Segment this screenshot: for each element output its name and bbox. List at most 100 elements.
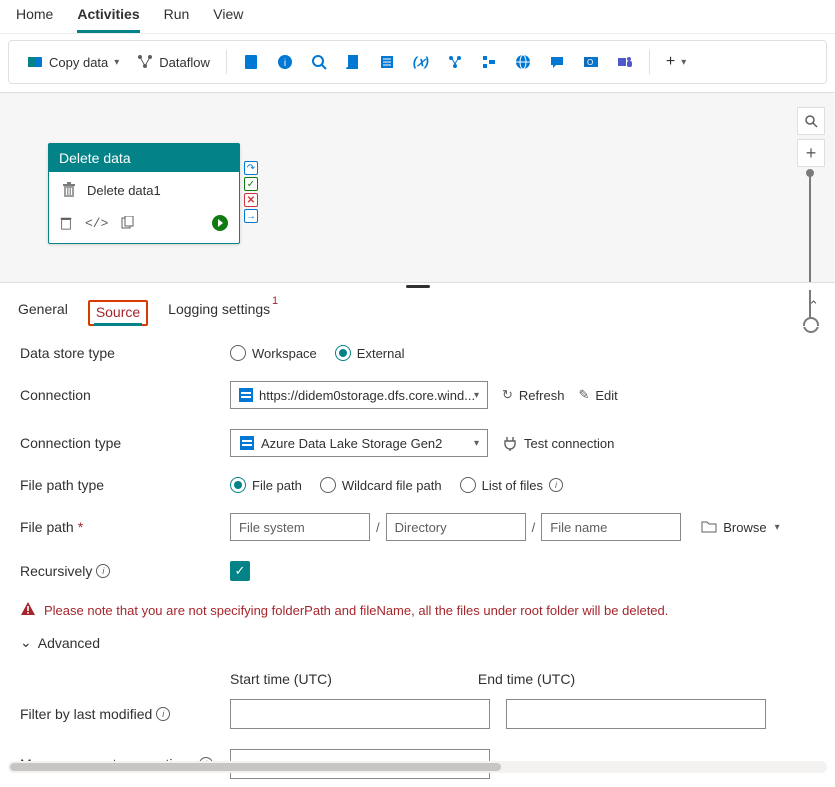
copy-data-button[interactable]: Copy data ▾ — [21, 50, 125, 74]
run-icon[interactable] — [211, 214, 229, 235]
variable-icon: (𝑥) — [413, 54, 429, 70]
sproc-button[interactable] — [373, 50, 401, 74]
panel-splitter[interactable] — [0, 282, 835, 290]
nav-tab-run[interactable]: Run — [164, 6, 190, 33]
tab-source[interactable]: Source — [88, 300, 148, 326]
start-time-label: Start time (UTC) — [230, 671, 332, 687]
toolbar-separator — [226, 50, 227, 74]
radio-workspace[interactable]: Workspace — [230, 345, 317, 361]
chevron-down-icon: ▾ — [681, 57, 686, 68]
info-button[interactable]: i — [271, 50, 299, 74]
nav-tab-home[interactable]: Home — [16, 6, 53, 33]
browse-button[interactable]: Browse — [701, 519, 766, 536]
path-separator: / — [376, 520, 380, 535]
search-icon — [311, 54, 327, 70]
tab-general[interactable]: General — [18, 301, 68, 325]
append-button[interactable] — [475, 50, 503, 74]
plus-icon: + — [666, 53, 675, 71]
copy-icon[interactable] — [120, 216, 134, 233]
chevron-down-icon: ▾ — [474, 438, 479, 449]
test-connection-button[interactable]: Test connection — [502, 435, 614, 451]
radio-external[interactable]: External — [335, 345, 405, 361]
canvas-search-button[interactable] — [797, 107, 825, 135]
adls-icon — [239, 435, 255, 451]
connection-type-label: Connection type — [20, 435, 230, 451]
advanced-toggle[interactable]: ⌄ Advanced — [20, 634, 815, 651]
dataflow-label: Dataflow — [159, 55, 210, 70]
pencil-icon: ✎ — [578, 387, 589, 403]
list-icon — [379, 54, 395, 70]
properties-panel-tabs: General Source Logging settings 1 ⌃ — [0, 290, 835, 327]
teams-channel-button[interactable] — [543, 50, 571, 74]
edit-label: Edit — [595, 388, 617, 403]
activities-toolbar: Copy data ▾ Dataflow i (𝑥) O +▾ — [8, 40, 827, 84]
code-icon[interactable]: </> — [85, 216, 108, 233]
variable-button[interactable]: (𝑥) — [407, 50, 435, 74]
radio-file-path[interactable]: File path — [230, 477, 302, 493]
error-badge: 1 — [272, 295, 278, 307]
radio-list-label: List of files — [482, 478, 543, 493]
radio-workspace-label: Workspace — [252, 346, 317, 361]
dataflow-button[interactable]: Dataflow — [131, 50, 216, 74]
test-connection-label: Test connection — [524, 436, 614, 451]
warning-message: Please note that you are not specifying … — [20, 601, 815, 620]
chevron-down-icon: ▾ — [474, 390, 479, 401]
pipeline-canvas[interactable]: Delete data Delete data1 </> ↷ ✓ ✕ → + — [0, 92, 835, 282]
recursively-checkbox[interactable]: ✓ — [230, 561, 250, 581]
recursively-label: Recursivelyi — [20, 563, 230, 579]
horizontal-scrollbar[interactable] — [8, 761, 827, 773]
append-icon — [481, 54, 497, 70]
connector-skip-icon[interactable]: ↷ — [244, 161, 258, 175]
info-icon[interactable]: i — [156, 707, 170, 721]
outlook-button[interactable]: O — [577, 50, 605, 74]
connection-label: Connection — [20, 387, 230, 403]
radio-wildcard[interactable]: Wildcard file path — [320, 477, 442, 493]
connection-type-dropdown[interactable]: Azure Data Lake Storage Gen2 ▾ — [230, 429, 488, 457]
chevron-down-icon[interactable]: ▾ — [775, 522, 780, 533]
script-button[interactable] — [339, 50, 367, 74]
info-icon[interactable]: i — [549, 478, 563, 492]
connector-success-icon[interactable]: ✓ — [244, 177, 258, 191]
globe-icon — [515, 54, 531, 70]
canvas-add-button[interactable]: + — [797, 139, 825, 167]
refresh-label: Refresh — [519, 388, 565, 403]
teams-button[interactable] — [611, 50, 639, 74]
delete-activity-icon[interactable] — [59, 216, 73, 233]
radio-list-files[interactable]: List of files i — [460, 477, 563, 493]
nav-tab-view[interactable]: View — [213, 6, 243, 33]
switch-icon — [447, 54, 463, 70]
storage-icon — [239, 387, 253, 403]
directory-input[interactable]: Directory — [386, 513, 526, 541]
activity-node-delete-data[interactable]: Delete data Delete data1 </> — [48, 143, 240, 244]
refresh-button[interactable]: ↻Refresh — [502, 387, 564, 403]
filter-modified-label: Filter by last modifiedi — [20, 706, 230, 722]
start-time-input[interactable] — [230, 699, 490, 729]
connector-fail-icon[interactable]: ✕ — [244, 193, 258, 207]
node-connectors: ↷ ✓ ✕ → — [244, 161, 258, 223]
chat-icon — [549, 54, 565, 70]
info-icon[interactable]: i — [96, 564, 110, 578]
teams-icon — [617, 54, 633, 70]
file-system-input[interactable]: File system — [230, 513, 370, 541]
tab-logging-settings[interactable]: Logging settings 1 — [168, 301, 270, 325]
connector-completion-icon[interactable]: → — [244, 209, 258, 223]
end-time-input[interactable] — [506, 699, 766, 729]
notebook-button[interactable] — [237, 50, 265, 74]
notebook-icon — [243, 54, 259, 70]
web-button[interactable] — [509, 50, 537, 74]
lookup-button[interactable] — [305, 50, 333, 74]
warning-icon — [20, 601, 36, 620]
tab-logging-label: Logging settings — [168, 301, 270, 317]
chevron-down-icon: ▾ — [114, 57, 119, 68]
switch-button[interactable] — [441, 50, 469, 74]
panel-collapse-button[interactable]: ⌃ — [808, 298, 819, 314]
nav-tab-activities[interactable]: Activities — [77, 6, 139, 33]
file-name-input[interactable]: File name — [541, 513, 681, 541]
connection-dropdown[interactable]: https://didem0storage.dfs.core.wind... ▾ — [230, 381, 488, 409]
connection-type-value: Azure Data Lake Storage Gen2 — [261, 436, 442, 451]
edit-button[interactable]: ✎ Edit — [578, 387, 617, 403]
plug-icon — [502, 435, 518, 451]
chevron-down-icon: ⌄ — [20, 634, 32, 651]
add-activity-button[interactable]: +▾ — [660, 49, 692, 75]
browse-label: Browse — [723, 520, 766, 535]
